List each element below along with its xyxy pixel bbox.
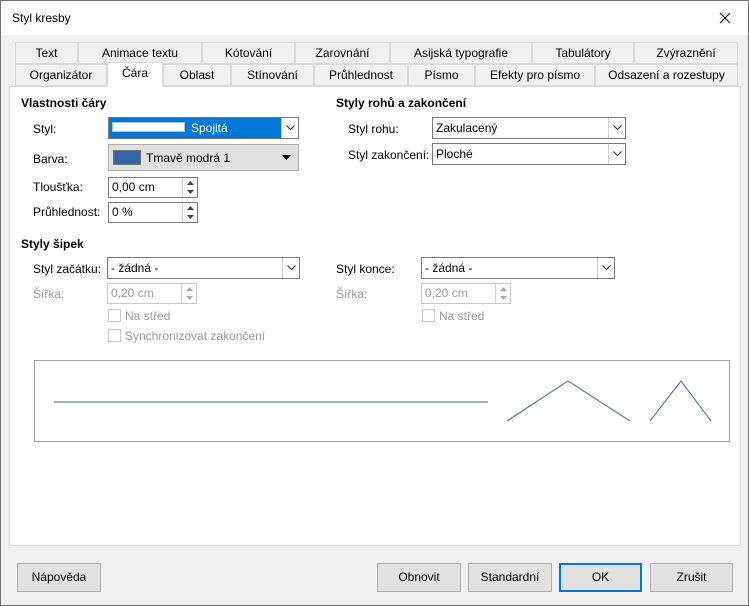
tab-tabs[interactable]: Tabulátory: [532, 42, 634, 64]
width-label: Tloušťka:: [33, 180, 83, 194]
end-width-spinbox[interactable]: 0,20 cm: [421, 283, 511, 304]
line-style-dialog: Styl kresby Text Animace textu Kótování …: [0, 0, 749, 606]
line-preview: [34, 360, 730, 442]
tab-indents-spacing[interactable]: Odsazení a rozestupy: [595, 64, 738, 86]
spin-up-icon[interactable]: [183, 178, 197, 188]
close-icon: [719, 12, 731, 24]
line-tab-panel: Vlastnosti čáry Styl: Spojitá Barva: Tma…: [9, 86, 741, 546]
spin-down-icon[interactable]: [496, 294, 510, 304]
end-width-value: 0,20 cm: [425, 286, 468, 300]
cancel-button[interactable]: Zrušit: [650, 563, 733, 592]
title-bar: Styl kresby: [1, 1, 748, 35]
help-button[interactable]: Nápověda: [17, 563, 101, 592]
tab-shadow[interactable]: Stínování: [231, 64, 314, 86]
tab-dimensioning[interactable]: Kótování: [202, 42, 295, 64]
line-width-spinbox[interactable]: 0,00 cm: [108, 177, 198, 198]
sync-ends-checkbox[interactable]: [108, 329, 121, 342]
end-arrow-select[interactable]: - žádná -: [421, 257, 615, 279]
end-style-label: Styl konce:: [336, 262, 395, 276]
line-width-value: 0,00 cm: [112, 180, 155, 194]
spin-down-icon[interactable]: [182, 294, 196, 304]
tab-area[interactable]: Oblast: [163, 64, 231, 86]
spin-down-icon[interactable]: [183, 188, 197, 198]
start-width-label: Šířka:: [33, 287, 65, 301]
spin-down-icon[interactable]: [183, 213, 197, 223]
transparency-label: Průhlednost:: [33, 205, 101, 219]
line-transparency-value: 0 %: [112, 205, 133, 219]
tab-alignment[interactable]: Zarovnání: [295, 42, 390, 64]
corner-cap-heading: Styly rohů a zakončení: [336, 96, 467, 110]
start-width-spinbox[interactable]: 0,20 cm: [107, 283, 197, 304]
color-swatch: [113, 150, 141, 165]
chevron-down-icon: [608, 144, 625, 164]
start-style-label: Styl začátku:: [33, 262, 102, 276]
reset-button[interactable]: Obnovit: [377, 563, 461, 592]
line-transparency-spinbox[interactable]: 0 %: [108, 202, 198, 223]
cap-style-value: Ploché: [436, 147, 473, 161]
line-color-dropdown[interactable]: Tmavě modrá 1: [108, 144, 299, 171]
start-arrow-value: - žádná -: [111, 261, 159, 275]
color-label: Barva:: [33, 152, 68, 166]
style-label: Styl:: [33, 122, 57, 136]
line-style-selection: Spojitá: [109, 118, 281, 138]
start-arrow-select[interactable]: - žádná -: [107, 257, 300, 279]
chevron-down-icon: [281, 118, 298, 138]
tab-organizer[interactable]: Organizátor: [15, 64, 107, 86]
solid-line-sample: [112, 122, 185, 132]
dropdown-triangle-icon: [282, 155, 291, 160]
corner-style-value: Zakulacený: [436, 121, 498, 135]
tab-text-animation[interactable]: Animace textu: [78, 42, 202, 64]
spin-up-icon[interactable]: [496, 284, 510, 294]
end-center-label: Na střed: [439, 309, 485, 323]
corner-style-select[interactable]: Zakulacený: [432, 117, 626, 139]
end-width-label: Šířka:: [336, 287, 368, 301]
line-color-value: Tmavě modrá 1: [146, 151, 231, 165]
standard-button[interactable]: Standardní: [468, 563, 552, 592]
cap-style-select[interactable]: Ploché: [432, 143, 626, 165]
start-width-value: 0,20 cm: [111, 286, 154, 300]
tab-font[interactable]: Písmo: [408, 64, 475, 86]
spin-up-icon[interactable]: [182, 284, 196, 294]
arrow-styles-heading: Styly šipek: [21, 237, 84, 251]
end-center-checkbox[interactable]: [422, 309, 435, 322]
tab-line[interactable]: Čára: [107, 62, 163, 87]
tab-asian-typography[interactable]: Asijská typografie: [390, 42, 532, 64]
chevron-down-icon: [282, 258, 299, 278]
corner-style-label: Styl rohu:: [348, 122, 399, 136]
line-style-select[interactable]: Spojitá: [108, 117, 299, 139]
tab-highlighting[interactable]: Zvýraznění: [634, 42, 738, 64]
sync-ends-label: Synchronizovat zakončení: [125, 329, 266, 343]
line-preview-drawing: [54, 380, 712, 422]
ok-button[interactable]: OK: [559, 563, 642, 592]
start-center-checkbox[interactable]: [108, 309, 121, 322]
line-style-value: Spojitá: [191, 121, 228, 135]
end-arrow-value: - žádná -: [425, 261, 473, 275]
chevron-down-icon: [608, 118, 625, 138]
chevron-down-icon: [597, 258, 614, 278]
spin-up-icon[interactable]: [183, 203, 197, 213]
dialog-title: Styl kresby: [12, 11, 71, 25]
tab-text[interactable]: Text: [15, 42, 78, 64]
start-center-label: Na střed: [125, 309, 171, 323]
tab-transparency[interactable]: Průhlednost: [314, 64, 408, 86]
tab-font-effects[interactable]: Efekty pro písmo: [475, 64, 595, 86]
cap-style-label: Styl zakončení:: [348, 148, 430, 162]
close-button[interactable]: [702, 1, 748, 35]
line-properties-heading: Vlastnosti čáry: [21, 96, 107, 110]
